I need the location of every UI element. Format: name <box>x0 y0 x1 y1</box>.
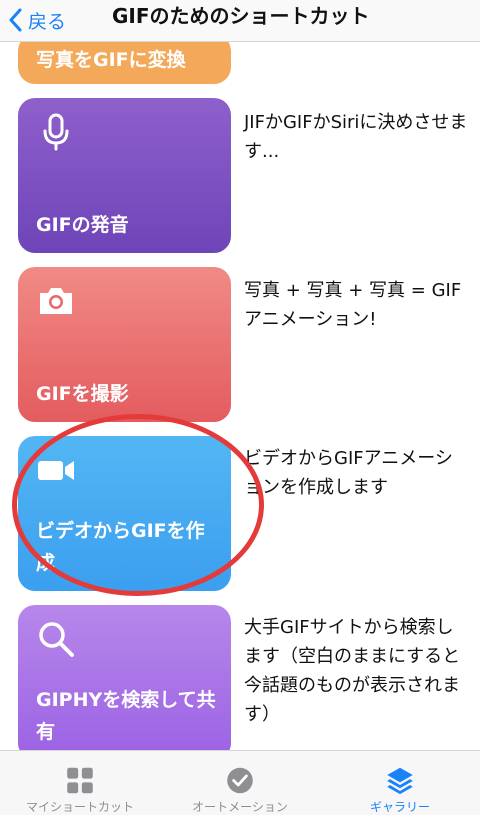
shortcut-title: GIPHYを検索して共有 <box>36 689 216 743</box>
microphone-icon <box>43 113 69 151</box>
tab-gallery[interactable]: ギャラリー <box>320 751 480 815</box>
shortcut-card-giphy-search[interactable]: GIPHYを検索して共有 <box>18 605 231 750</box>
shortcut-card-gif-pronunciation[interactable]: GIFの発音 <box>18 98 231 253</box>
shortcut-list: 写真をGIFに変換 GIFの発音 JIFかGIFかSiriに決めさせます... … <box>0 42 480 750</box>
navigation-bar: 戻る GIFのためのショートカット <box>0 0 480 42</box>
layers-icon <box>387 767 413 795</box>
camera-icon <box>40 288 72 314</box>
shortcut-title: 写真をGIFに変換 <box>36 49 186 71</box>
shortcut-title: ビデオからGIFを作成 <box>36 520 205 574</box>
shortcut-title: GIFの発音 <box>36 214 129 236</box>
grid-icon <box>67 767 93 794</box>
magnifier-icon <box>39 622 74 657</box>
shortcut-card-take-gif[interactable]: GIFを撮影 <box>18 267 231 422</box>
clock-icon <box>227 767 253 794</box>
page-title: GIFのためのショートカット <box>112 4 370 28</box>
shortcut-description: 写真 + 写真 + 写真 = GIFアニメーション! <box>244 280 462 330</box>
tab-bar: マイショートカット オートメーション ギャラリー <box>0 750 480 815</box>
tab-label: マイショートカット <box>25 800 134 814</box>
back-label: 戻る <box>28 10 67 33</box>
shortcut-card-video-to-gif[interactable]: ビデオからGIFを作成 <box>18 436 231 591</box>
shortcut-card-photo-to-gif[interactable]: 写真をGIFに変換 <box>18 42 231 84</box>
tab-automation[interactable]: オートメーション <box>160 751 320 815</box>
shortcut-title: GIFを撮影 <box>36 383 129 405</box>
shortcut-description: 大手GIFサイトから検索します（空白のままにすると今話題のものが表示されます） <box>244 617 461 725</box>
chevron-left-icon <box>9 8 22 32</box>
shortcut-description: ビデオからGIFアニメーションを作成します <box>244 448 453 498</box>
video-camera-icon <box>38 461 74 480</box>
tab-label: ギャラリー <box>369 800 430 814</box>
tab-label: オートメーション <box>192 800 288 814</box>
back-button[interactable]: 戻る <box>8 4 66 36</box>
tab-my-shortcuts[interactable]: マイショートカット <box>0 751 160 815</box>
shortcut-description: JIFかGIFかSiriに決めさせます... <box>244 112 468 162</box>
